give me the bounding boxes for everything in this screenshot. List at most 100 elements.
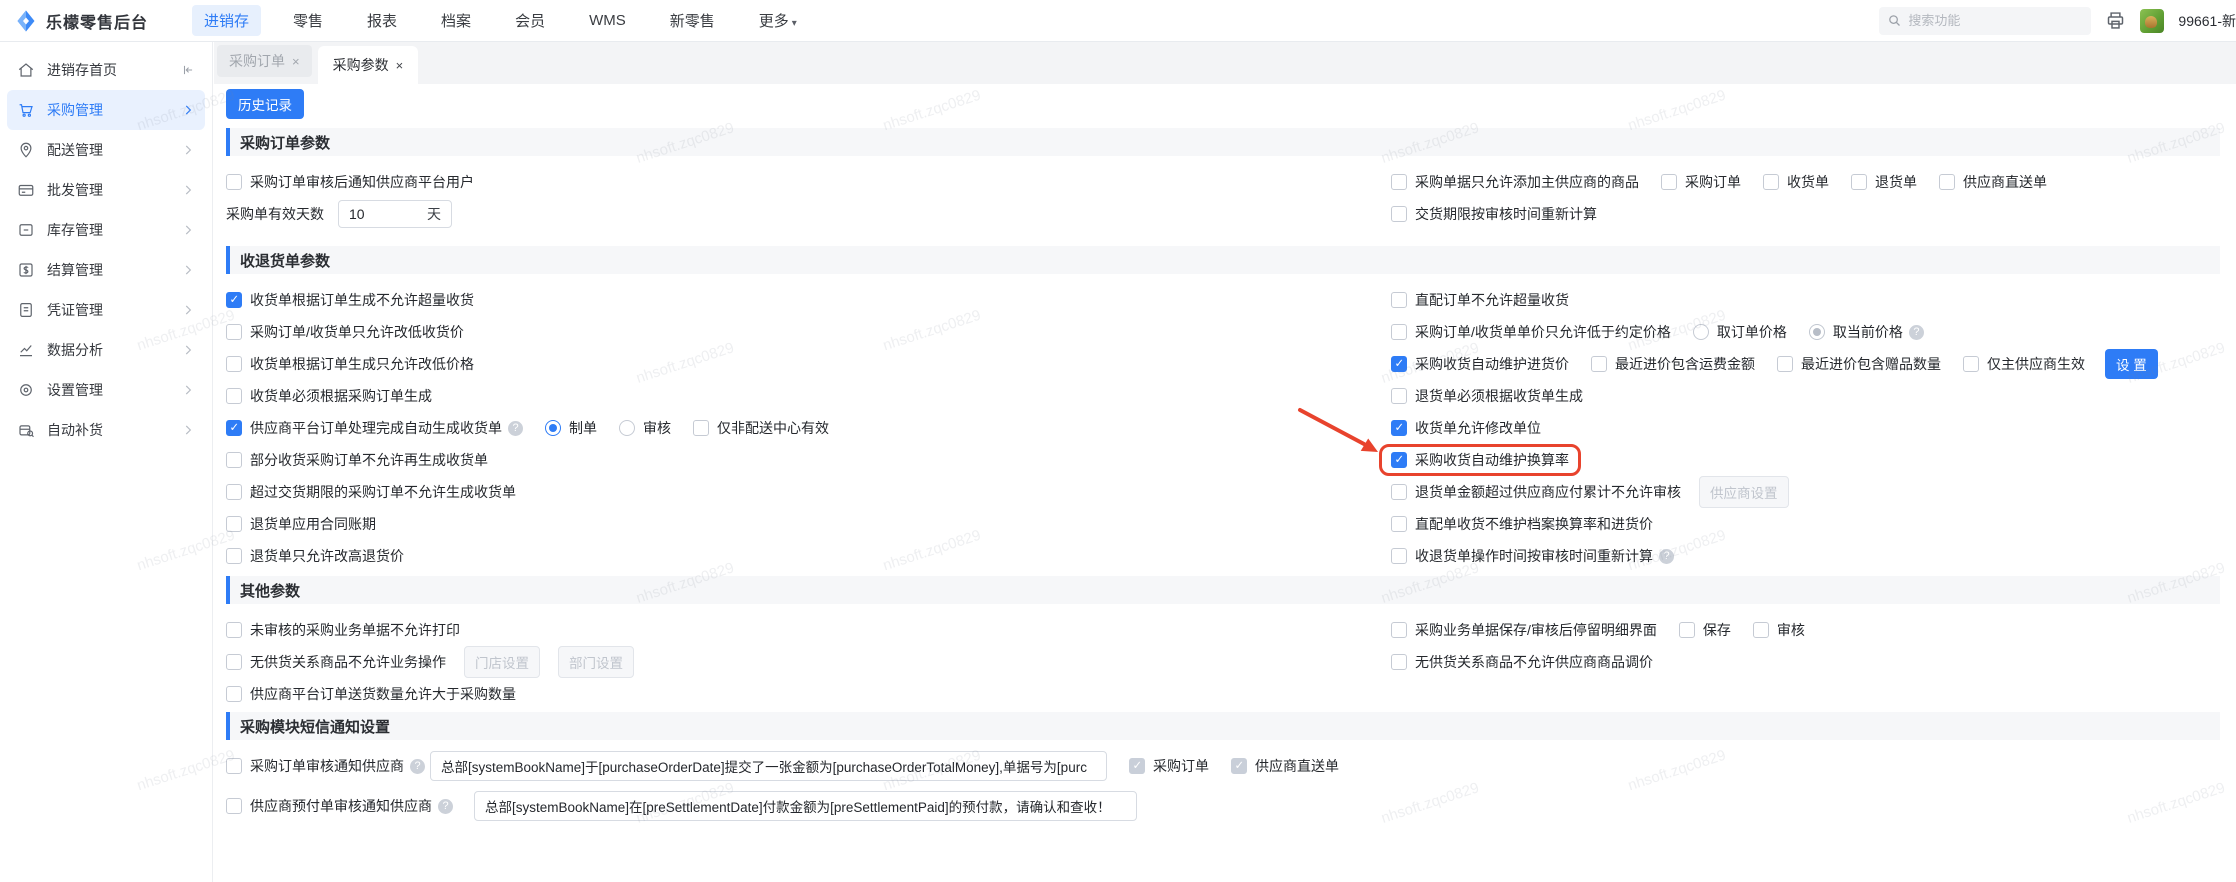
logo-diamond-icon	[17, 10, 35, 31]
nav-item-members[interactable]: 会员	[503, 5, 557, 36]
cb-po-type[interactable]	[1661, 174, 1677, 190]
help-icon[interactable]: ?	[1659, 548, 1674, 564]
nav-item-archives[interactable]: 档案	[429, 5, 483, 36]
cb-platform-over-delivery-allowed[interactable]	[226, 686, 242, 702]
cb-non-dc-only[interactable]	[693, 420, 709, 436]
printer-icon[interactable]	[2105, 10, 2126, 31]
cb-gift-qty-included[interactable]	[1777, 356, 1793, 372]
help-icon[interactable]: ?	[438, 798, 453, 814]
cb-stay-on-save[interactable]	[1678, 622, 1695, 638]
chevron-right-icon	[185, 425, 192, 435]
tab-purchase-params[interactable]: 采购参数 ×	[317, 46, 419, 84]
sidebar-item-auto-replenish[interactable]: 自动补货	[7, 410, 205, 450]
help-icon[interactable]: ?	[1908, 324, 1924, 340]
sidebar-item-delivery[interactable]: 配送管理	[7, 130, 205, 170]
dollar-square-icon	[19, 263, 33, 277]
nav-item-inventory[interactable]: 进销存	[192, 5, 262, 36]
cb-stay-on-audit[interactable]	[1752, 622, 1769, 638]
cb-direct-no-maintain-rate-price[interactable]	[1391, 516, 1407, 532]
topbar-right: 99661-新	[1879, 6, 2236, 35]
cb-optime-recalc-by-audit[interactable]	[1391, 548, 1407, 564]
cb-auto-maintain-purchase-price[interactable]	[1391, 356, 1407, 372]
cb-delivery-deadline-recalc[interactable]	[1391, 206, 1407, 222]
settings-button[interactable]: 设 置	[2105, 349, 2158, 379]
sidebar-item-settlement[interactable]: 结算管理	[7, 250, 205, 290]
param-label: 供应商平台订单送货数量允许大于采购数量	[250, 686, 516, 702]
chevron-right-icon	[185, 265, 192, 275]
cb-unaudited-no-print[interactable]	[226, 622, 242, 638]
cb-po-audit-notify-supplier[interactable]	[226, 758, 242, 774]
sidebar-item-settings[interactable]: 设置管理	[7, 370, 205, 410]
avatar[interactable]	[2140, 8, 2165, 33]
param-label: 采购收货自动维护换算率	[1415, 452, 1569, 468]
sidebar-item-home[interactable]: 进销存首页	[7, 50, 205, 90]
cb-receipt-type[interactable]	[1763, 174, 1779, 190]
radio-make-order[interactable]	[545, 420, 561, 436]
section-title: 采购模块短信通知设置	[240, 718, 391, 736]
cb-main-supplier-goods[interactable]	[1391, 174, 1407, 190]
cb-main-supplier-only-effect[interactable]	[1963, 356, 1979, 372]
sidebar-item-label: 配送管理	[47, 142, 103, 158]
cb-lower-price-on-generate[interactable]	[226, 356, 242, 372]
radio-order-price[interactable]	[1692, 324, 1709, 340]
section-title: 采购订单参数	[240, 134, 331, 152]
sidebar-item-analytics[interactable]: 数据分析	[7, 330, 205, 370]
param-label: 采购订单/收货单只允许改低收货价	[250, 324, 464, 340]
cb-no-supply-no-price-adjust[interactable]	[1391, 654, 1407, 670]
param-label: 交货期限按审核时间重新计算	[1415, 206, 1597, 222]
cb-lower-receive-price-only[interactable]	[226, 324, 242, 340]
dept-setting-button[interactable]: 部门设置	[558, 646, 634, 678]
supplier-setting-button[interactable]: 供应商设置	[1699, 476, 1789, 508]
tab-purchase-order[interactable]: 采购订单 ×	[217, 45, 312, 77]
cb-no-regenerate-partial-receipt[interactable]	[226, 452, 242, 468]
nav-item-more[interactable]: 更多 ▾	[747, 5, 809, 36]
radio-audit[interactable]	[619, 420, 635, 436]
cb-return-exceed-payable-no-audit[interactable]	[1391, 484, 1407, 500]
cb-prepay-audit-notify-supplier[interactable]	[226, 798, 242, 814]
cb-receipt-from-po-required[interactable]	[226, 388, 242, 404]
cb-auto-maintain-conversion-rate[interactable]	[1391, 452, 1407, 468]
search-box[interactable]	[1879, 6, 2092, 35]
cb-stay-detail-after-save-audit[interactable]	[1391, 622, 1407, 638]
param-label: 退货单必须根据收货单生成	[1415, 388, 1583, 404]
cb-sms-direct[interactable]	[1231, 758, 1247, 774]
cb-no-supply-relation-no-op[interactable]	[226, 654, 242, 670]
nav-item-wms[interactable]: WMS	[577, 7, 638, 34]
nav-item-reports[interactable]: 报表	[355, 5, 409, 36]
cb-freight-included[interactable]	[1591, 356, 1607, 372]
sidebar-item-voucher[interactable]: 凭证管理	[7, 290, 205, 330]
nav-item-new-retail[interactable]: 新零售	[658, 5, 727, 36]
sms-row-label: 供应商预付单审核通知供应商 ?	[226, 796, 466, 816]
radio-current-price[interactable]	[1808, 324, 1825, 340]
cb-auto-receipt-on-platform-done[interactable]	[226, 420, 242, 436]
cb-notify-supplier-user[interactable]	[226, 174, 242, 190]
param-row: 无供货关系商品不允许供应商商品调价	[1391, 646, 1653, 678]
nav-item-retail[interactable]: 零售	[281, 5, 335, 36]
cb-direct-type[interactable]	[1939, 174, 1955, 190]
cb-return-type[interactable]	[1851, 174, 1867, 190]
sms-template-input-prepay[interactable]	[474, 791, 1137, 821]
cb-no-receipt-overdue-po[interactable]	[226, 484, 242, 500]
close-icon[interactable]: ×	[396, 59, 404, 72]
help-icon[interactable]: ?	[508, 420, 523, 436]
store-setting-button[interactable]: 门店设置	[464, 646, 540, 678]
cb-return-from-receipt-required[interactable]	[1391, 388, 1407, 404]
close-icon[interactable]: ×	[292, 55, 300, 68]
param-row: 超过交货期限的采购订单不允许生成收货单	[226, 476, 516, 508]
valid-days-input[interactable]: 10 天	[338, 200, 452, 228]
sms-template-input-po[interactable]	[430, 751, 1107, 781]
sidebar-item-wholesale[interactable]: 批发管理	[7, 170, 205, 210]
cb-sms-po[interactable]	[1129, 758, 1145, 774]
cb-price-below-agreed[interactable]	[1391, 324, 1407, 340]
cb-no-over-receive[interactable]	[226, 292, 242, 308]
sidebar-item-purchase[interactable]: 采购管理	[7, 90, 205, 130]
sidebar-item-inventory[interactable]: 库存管理	[7, 210, 205, 250]
cb-allow-unit-modify[interactable]	[1391, 420, 1407, 436]
help-icon[interactable]: ?	[410, 758, 425, 774]
cb-direct-no-over-receive[interactable]	[1391, 292, 1407, 308]
search-input[interactable]	[1908, 13, 2069, 28]
cb-return-higher-price-only[interactable]	[226, 548, 242, 564]
collapse-sidebar-icon[interactable]	[181, 63, 195, 77]
history-button[interactable]: 历史记录	[226, 89, 304, 119]
cb-return-contract-period[interactable]	[226, 516, 242, 532]
